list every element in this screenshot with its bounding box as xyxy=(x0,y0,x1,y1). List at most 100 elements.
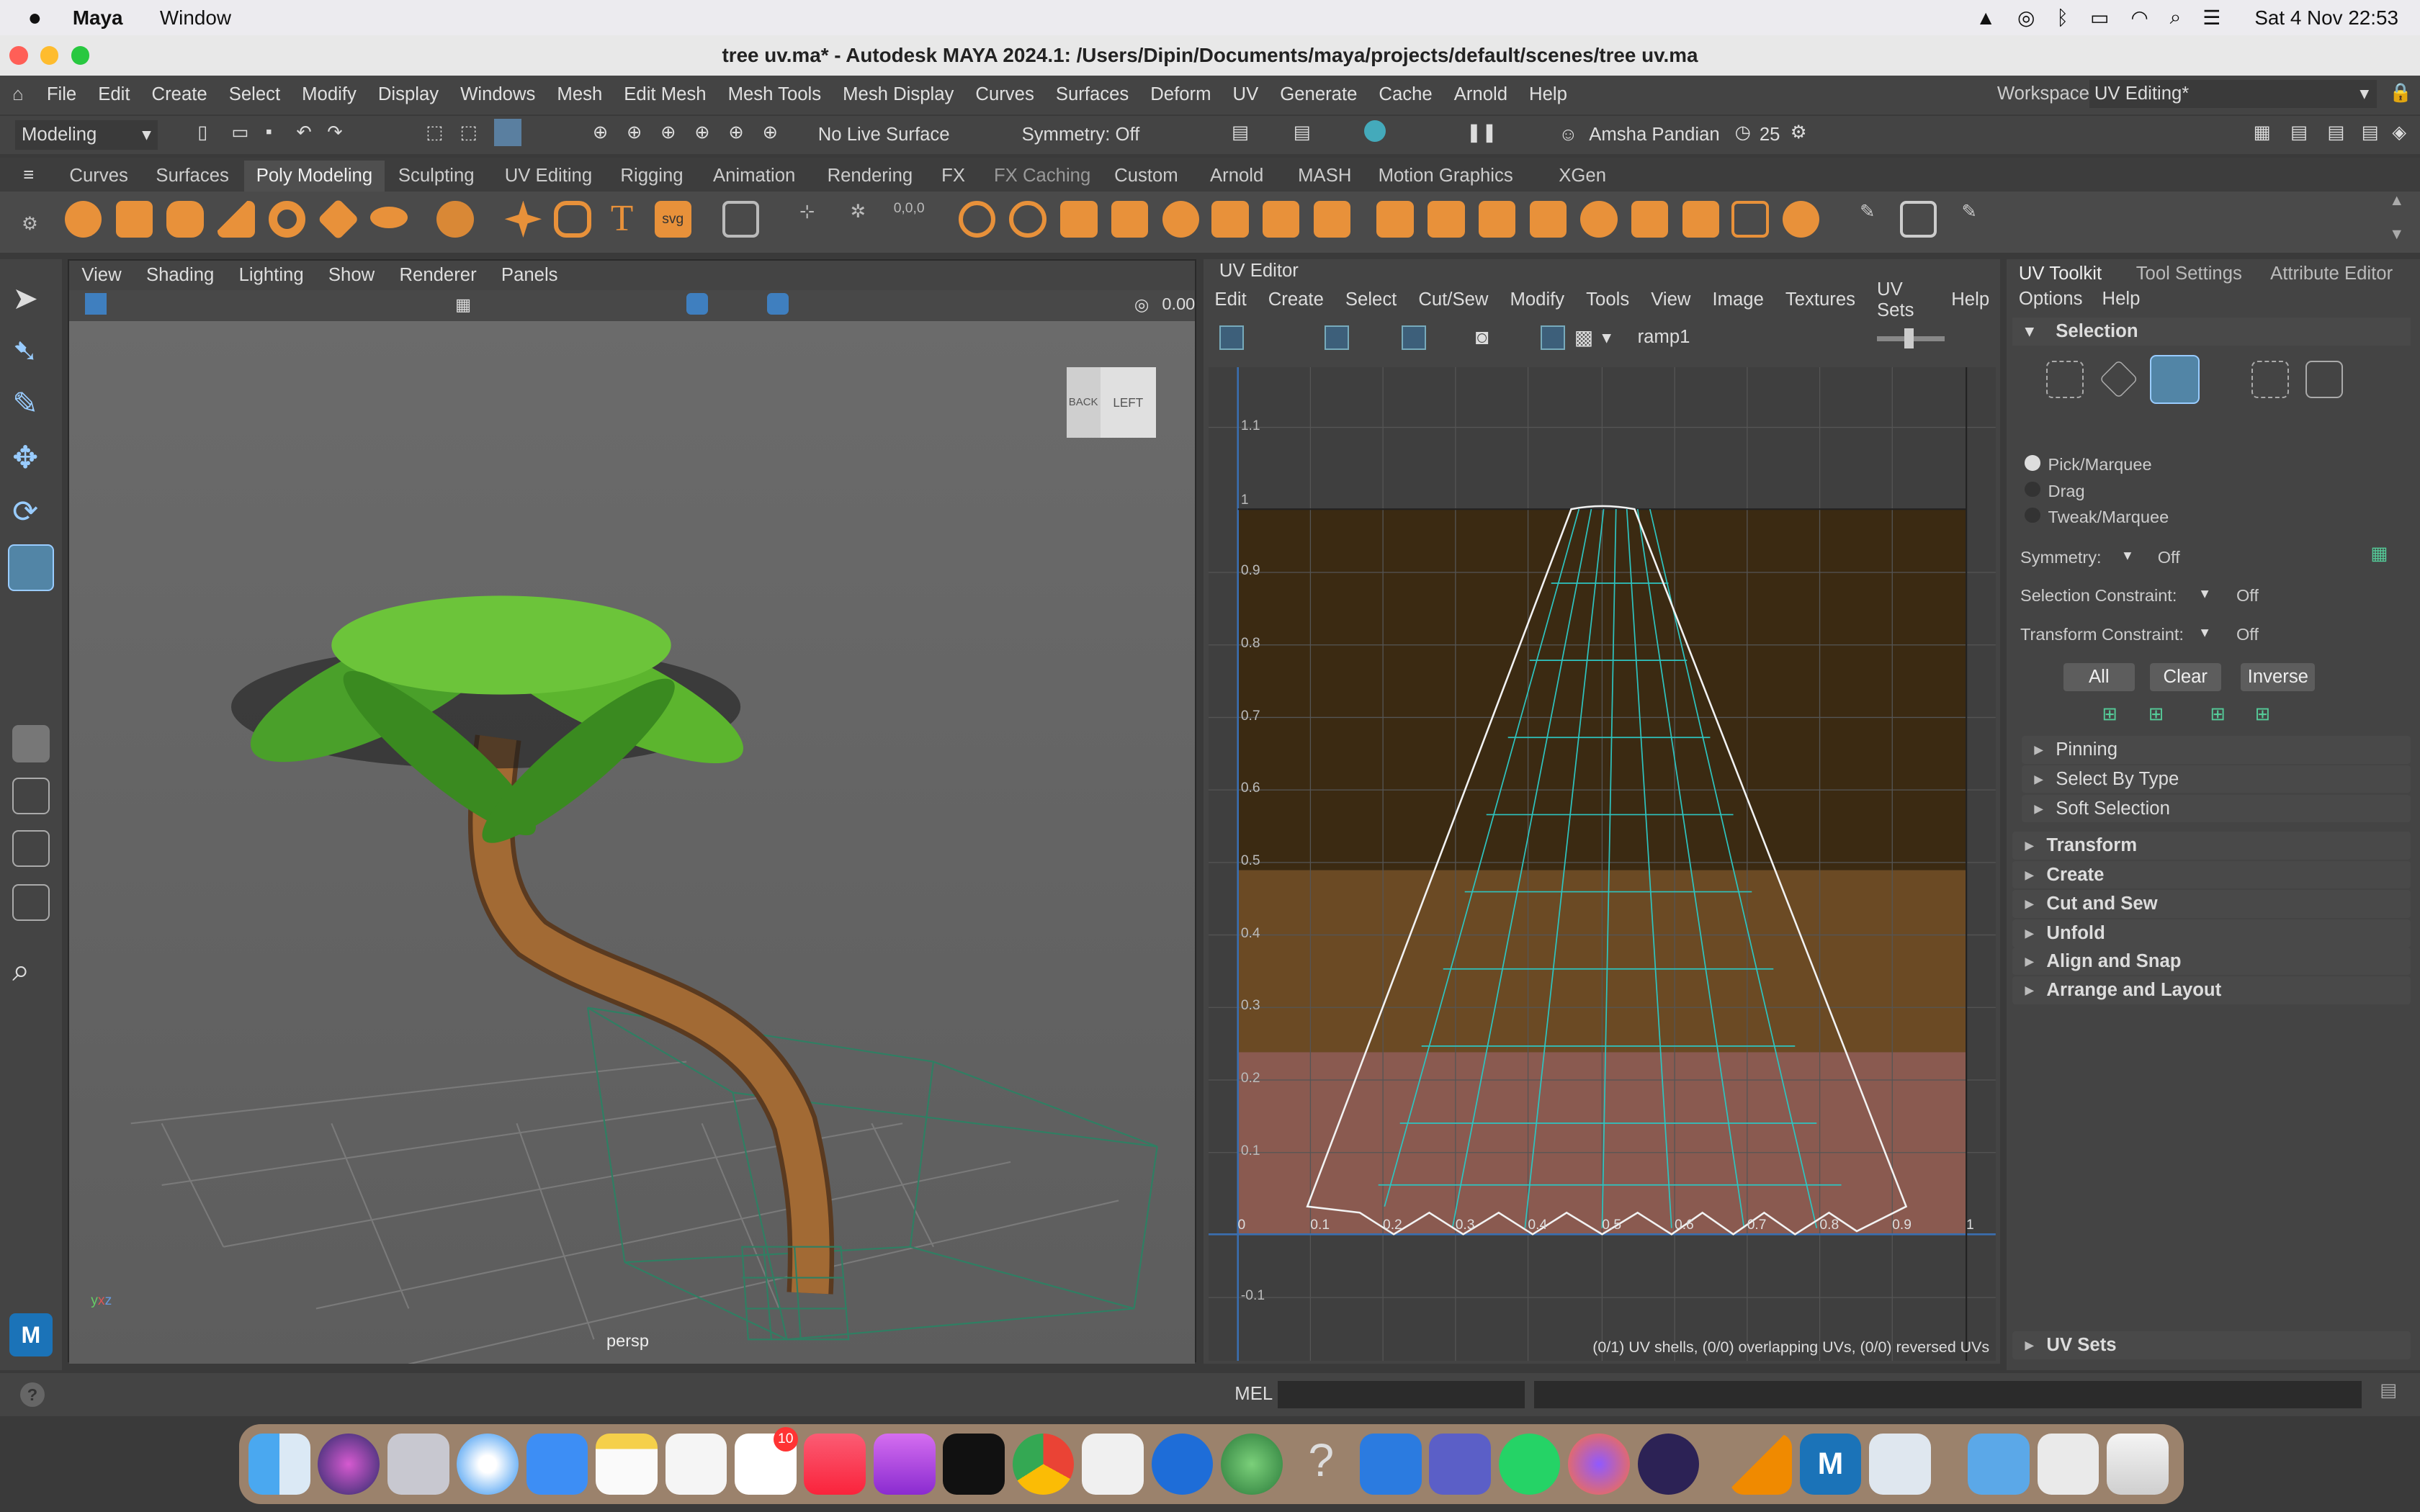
viewport-menu-shading[interactable]: Shading xyxy=(134,265,227,286)
bevel-icon[interactable] xyxy=(1111,200,1149,238)
texture-select[interactable]: ▾ xyxy=(1602,327,1611,348)
close-window-button[interactable] xyxy=(9,46,28,65)
render-icon[interactable]: ▤ xyxy=(1232,122,1249,143)
sculpt-brush-icon[interactable]: ✎ xyxy=(1849,201,1886,238)
chevron-down-icon[interactable]: ▾ xyxy=(2201,585,2209,603)
section-select-by-type[interactable]: Select By Type xyxy=(2022,765,2411,793)
tab-tool-settings[interactable]: Tool Settings xyxy=(2136,261,2242,287)
script-editor-icon[interactable]: ▤ xyxy=(2380,1380,2397,1401)
shelf-tab-fx-caching[interactable]: FX Caching xyxy=(982,161,1103,192)
vscode-icon[interactable] xyxy=(1082,1433,1144,1495)
app-menu[interactable]: Maya xyxy=(73,6,123,30)
poly-torus-icon[interactable] xyxy=(268,200,306,238)
rotate-tool-icon[interactable]: ⟳ xyxy=(12,494,49,531)
snap-curve-icon[interactable]: ⊕ xyxy=(627,122,642,143)
trash-icon[interactable] xyxy=(2106,1433,2169,1495)
shelf-tab-rigging[interactable]: Rigging xyxy=(608,161,695,192)
snap-view-icon[interactable]: ⊕ xyxy=(694,122,710,143)
select-shell-icon[interactable]: ⊞ xyxy=(2255,703,2271,725)
shelf-tab-poly-modeling[interactable]: Poly Modeling xyxy=(243,160,385,192)
user-select[interactable]: ☺ Amsha Pandian ▾ xyxy=(1559,120,1725,174)
modeling-toolkit-icon[interactable]: ◈ xyxy=(2392,122,2406,143)
outliner-toggle-icon[interactable]: ▤ xyxy=(2290,122,2308,143)
menu-curves[interactable]: Curves xyxy=(964,84,1044,105)
section-cut-and-sew[interactable]: Cut and Sew xyxy=(2012,890,2411,918)
svg-tool-icon[interactable]: svg xyxy=(654,200,691,238)
quad-draw-icon[interactable] xyxy=(1580,200,1618,238)
apple-tv-icon[interactable] xyxy=(943,1433,1005,1495)
paint-select-icon[interactable]: ✎ xyxy=(12,386,49,423)
selection-constraint-value[interactable]: Off xyxy=(2236,586,2259,606)
toolkit-menu-options[interactable]: Options xyxy=(2019,289,2083,310)
menu-mesh[interactable]: Mesh xyxy=(546,84,613,105)
teams-icon[interactable] xyxy=(1429,1433,1491,1495)
snap-grid-icon[interactable]: ⊕ xyxy=(593,122,609,143)
music-icon[interactable] xyxy=(804,1433,866,1495)
paint-tool-icon[interactable] xyxy=(1899,200,1937,238)
settings-icon[interactable]: ⚙ xyxy=(1791,122,1807,143)
safari-icon[interactable] xyxy=(457,1433,519,1495)
control-center-icon[interactable]: ☰ xyxy=(2202,6,2220,30)
chevron-down-icon[interactable]: ▾ xyxy=(2124,546,2132,564)
menu-mesh-display[interactable]: Mesh Display xyxy=(832,84,964,105)
finder-icon[interactable] xyxy=(248,1433,310,1495)
symmetry-settings-icon[interactable]: ▦ xyxy=(2370,543,2388,564)
shelf-tab-arnold[interactable]: Arnold xyxy=(1198,161,1276,192)
poly-plane-icon[interactable] xyxy=(317,198,359,240)
menu-edit[interactable]: Edit xyxy=(87,84,140,105)
radio-drag[interactable] xyxy=(2025,481,2040,497)
poly-disc-icon[interactable] xyxy=(370,207,408,229)
select-object-icon[interactable]: ⬚ xyxy=(460,122,478,143)
search-icon[interactable]: ⌕ xyxy=(2170,6,2182,30)
uv-menu-textures[interactable]: Textures xyxy=(1775,289,1866,310)
select-component-icon[interactable] xyxy=(493,118,522,147)
poly-cylinder-icon[interactable] xyxy=(166,200,204,238)
clear-selection-button[interactable]: Clear xyxy=(2149,663,2221,691)
face-mode-icon[interactable] xyxy=(2149,354,2200,405)
menu-file[interactable]: File xyxy=(36,84,87,105)
layout-four-icon[interactable] xyxy=(12,778,50,815)
view-cube-back[interactable]: BACK xyxy=(1066,366,1101,438)
vertex-mode-icon[interactable] xyxy=(2046,361,2084,398)
shelf-scroll-down-icon[interactable]: ▼ xyxy=(2389,225,2404,243)
shelf-tab-surfaces[interactable]: Surfaces xyxy=(143,161,241,192)
uv-mode-icon[interactable] xyxy=(2251,361,2289,398)
minimize-window-button[interactable] xyxy=(40,46,59,65)
uv-canvas[interactable]: 1.1 1 0.9 0.8 0.7 0.6 0.5 0.4 0.3 0.2 0.… xyxy=(1208,367,1996,1361)
super-shape-icon[interactable] xyxy=(504,200,542,238)
section-pinning[interactable]: Pinning xyxy=(2022,736,2411,764)
creative-cloud-icon[interactable]: ◎ xyxy=(2017,6,2035,30)
smooth-shade-icon[interactable] xyxy=(686,292,709,315)
grow-selection-icon[interactable]: ⊞ xyxy=(2102,703,2118,725)
menu-display[interactable]: Display xyxy=(367,84,449,105)
isolate-icon[interactable]: ◎ xyxy=(1134,294,1150,315)
shelf-tab-rendering[interactable]: Rendering xyxy=(815,161,925,192)
menu-cache[interactable]: Cache xyxy=(1368,84,1443,105)
shelf-scroll-up-icon[interactable]: ▲ xyxy=(2389,192,2404,210)
delete-history-icon[interactable]: ✲ xyxy=(840,201,877,238)
render-settings-icon[interactable] xyxy=(1364,120,1386,142)
viewport-menu-show[interactable]: Show xyxy=(316,265,387,286)
shelf-tab-xgen[interactable]: XGen xyxy=(1546,161,1618,192)
exposure-slider[interactable] xyxy=(1876,328,1945,349)
lock-icon[interactable]: 🔒 xyxy=(2389,82,2412,104)
select-all-button[interactable]: All xyxy=(2063,663,2135,691)
freeze-transform-icon[interactable]: 0,0,0 xyxy=(890,201,927,238)
whatsapp-icon[interactable] xyxy=(1498,1433,1561,1495)
shrink-selection-icon[interactable]: ⊞ xyxy=(2148,703,2164,725)
channel-toggle-icon[interactable]: ▤ xyxy=(2362,122,2379,143)
panel-layout-icon[interactable]: ▦ xyxy=(2254,122,2271,143)
shelf-tab-curves[interactable]: Curves xyxy=(57,161,140,192)
platonic-solid-icon[interactable] xyxy=(436,200,474,238)
combine-icon[interactable] xyxy=(958,200,996,238)
shelf-tab-mash[interactable]: MASH xyxy=(1286,161,1364,192)
uv-shell-mode-icon[interactable] xyxy=(2305,361,2343,398)
radio-tweak-marquee[interactable] xyxy=(2025,508,2040,523)
poly-cone-icon[interactable] xyxy=(218,200,255,238)
symmetry-field[interactable]: Symmetry: Off xyxy=(1022,125,1140,145)
podcasts-icon[interactable] xyxy=(873,1433,936,1495)
texture-name[interactable]: ramp1 xyxy=(1638,327,1690,348)
shelf-tab-custom[interactable]: Custom xyxy=(1102,161,1191,192)
multi-cut-icon[interactable] xyxy=(1428,200,1465,238)
textured-icon[interactable] xyxy=(766,292,789,315)
